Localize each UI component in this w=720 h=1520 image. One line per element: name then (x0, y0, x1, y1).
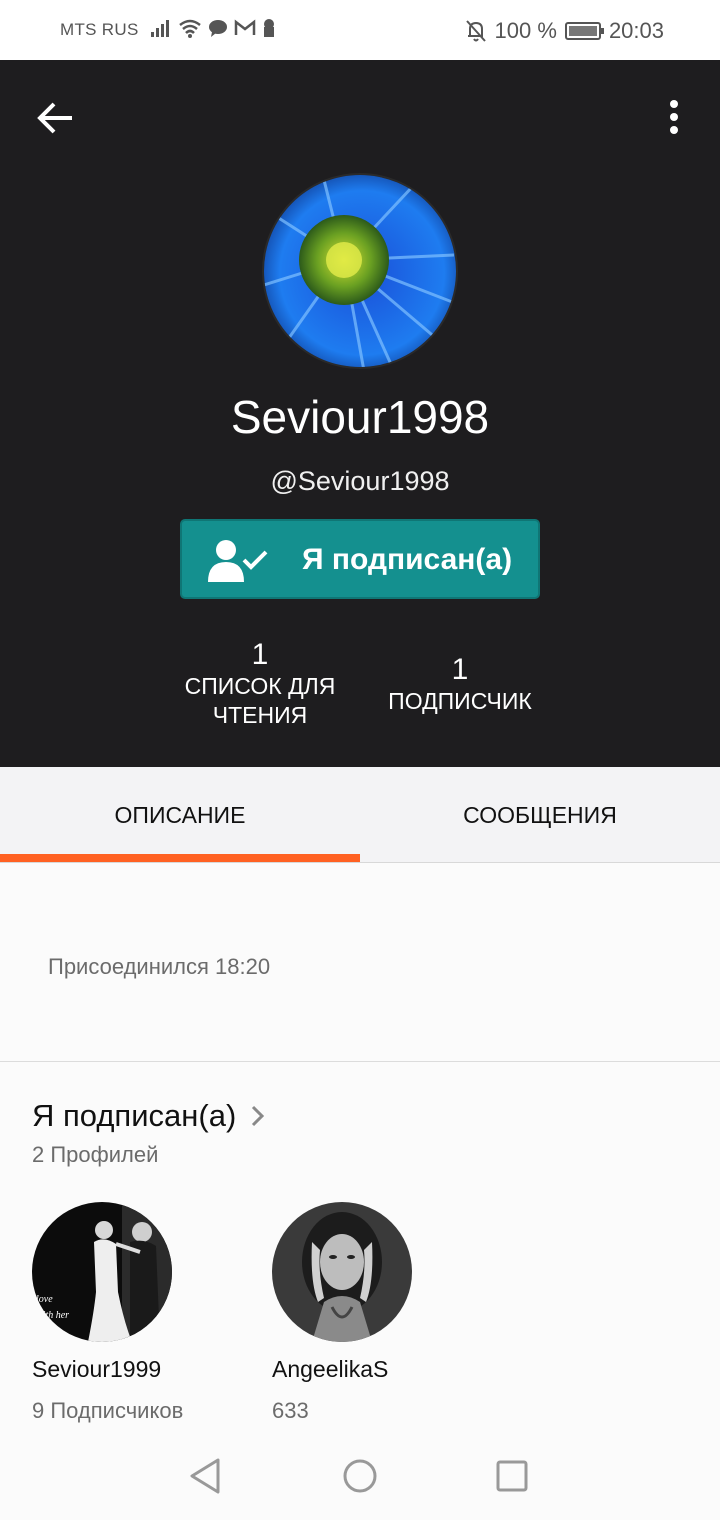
following-count: 2 Профилей (32, 1142, 159, 1167)
back-arrow-icon (37, 102, 72, 134)
followed-profile-avatar[interactable] (272, 1202, 412, 1342)
tab-about[interactable]: ОПИСАНИЕ (0, 767, 360, 863)
wifi-icon (179, 19, 201, 38)
keyhole-icon (264, 19, 274, 37)
following-title: Я подписан(а) (32, 1098, 237, 1133)
followed-profile-card[interactable]: love with her Seviour1999 9 Подписчиков (32, 1202, 232, 1423)
nav-home-icon (343, 1459, 377, 1493)
followers-label: ПОДПИСЧИК (388, 688, 532, 714)
following-status-button[interactable]: Я подписан(а) (180, 519, 540, 599)
reading-lists-stat[interactable]: 1 СПИСОК ДЛЯ ЧТЕНИЯ (170, 638, 350, 730)
message-icon (209, 20, 227, 37)
followed-profile-name: Seviour1999 (32, 1356, 162, 1382)
reading-lists-label: СПИСОК ДЛЯ ЧТЕНИЯ (184, 673, 336, 728)
flower-image (264, 175, 456, 367)
followed-profile-avatar[interactable]: love with her (32, 1202, 172, 1342)
profile-tabs: ОПИСАНИЕ СООБЩЕНИЯ (0, 767, 720, 863)
section-divider (0, 1061, 720, 1062)
joined-date: Присоединился 18:20 (48, 954, 271, 979)
system-nav-bar (0, 1432, 720, 1520)
reading-lists-count: 1 (251, 638, 269, 671)
follow-button-label: Я подписан(а) (302, 543, 513, 576)
profile-avatar[interactable] (262, 173, 458, 369)
chevron-right-icon (252, 1105, 265, 1127)
followed-profile-followers: 9 Подписчиков (32, 1398, 184, 1423)
profile-header: Seviour1998 @Seviour1998 Я подписан(а) 1… (0, 60, 720, 767)
more-vertical-icon (670, 100, 678, 134)
bell-off-icon (465, 20, 486, 42)
back-button[interactable] (34, 96, 78, 140)
status-right: 100 % 20:03 (465, 18, 664, 44)
tab-messages[interactable]: СООБЩЕНИЯ (360, 767, 720, 863)
svg-text:with her: with her (36, 1310, 69, 1321)
active-tab-indicator (0, 854, 360, 862)
nav-home-button[interactable] (340, 1456, 380, 1496)
carrier-label: MTS RUS (60, 20, 139, 39)
clock: 20:03 (608, 18, 664, 43)
user-check-icon (208, 540, 268, 582)
followed-profile-name: AngeelikaS (272, 1356, 389, 1382)
gmail-icon (234, 19, 256, 35)
signal-icon (151, 20, 169, 37)
display-name: Seviour1998 (230, 391, 490, 443)
followed-profile-card[interactable]: AngeelikaS 633 (272, 1202, 472, 1423)
followers-stat[interactable]: 1 ПОДПИСЧИК (370, 653, 550, 716)
nav-back-button[interactable] (186, 1456, 226, 1496)
following-section-header[interactable]: Я подписан(а) (32, 1098, 266, 1134)
battery-icon (564, 22, 604, 40)
followers-count: 1 (451, 653, 469, 686)
portrait-image (272, 1202, 412, 1342)
status-bar: MTS RUS 100 % 20:03 (0, 0, 720, 60)
nav-recent-button[interactable] (492, 1456, 532, 1496)
username: @Seviour1998 (270, 466, 450, 496)
couple-image: love with her (32, 1202, 172, 1342)
battery-percent: 100 % (494, 18, 557, 43)
nav-back-icon (190, 1458, 220, 1494)
followed-profile-followers: 633 (272, 1398, 309, 1423)
more-options-button[interactable] (662, 98, 686, 138)
status-icons (150, 18, 276, 38)
svg-text:love: love (36, 1294, 53, 1305)
nav-recent-icon (496, 1460, 528, 1492)
